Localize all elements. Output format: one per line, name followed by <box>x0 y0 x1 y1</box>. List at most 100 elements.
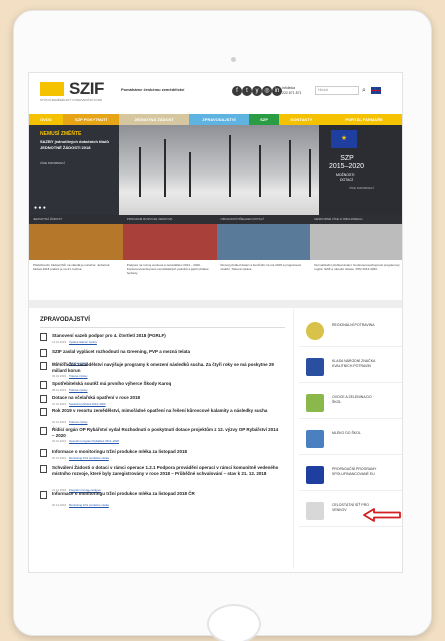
eu-programs-icon <box>306 466 324 484</box>
instagram-icon[interactable]: ◎ <box>262 86 272 96</box>
tile-label-2[interactable]: OBCHODNÍ PŘEHLED DOTACÍ <box>217 215 311 224</box>
news-meta: 02.01.2019 Monitoring tržní produkce mlék… <box>52 456 109 460</box>
search-input[interactable]: Hledat <box>315 86 359 95</box>
infoline-phone: 222 871 871 <box>282 91 302 95</box>
regional-food-icon <box>306 322 324 340</box>
news-title[interactable]: Rok 2019 v resortu zemědělství, mimořádn… <box>52 408 280 414</box>
news-title[interactable]: Stanovení sazeb podpor pro 4. čtvrtletí … <box>52 333 280 339</box>
document-icon <box>40 333 47 341</box>
sidebar-item-4[interactable]: PROPAGAČNÍ PROGRAMY SPOLUFINANCOVANÉ EU <box>299 461 402 491</box>
sidebar-item-2[interactable]: OVOCE A ZELENINA DO ŠKOL <box>299 389 402 419</box>
tiles-descriptions: Přeběhnutím žádosti lhůt na několik je n… <box>29 260 402 300</box>
tile-text-0: Přeběhnutím žádosti lhůt na několik je n… <box>33 263 110 271</box>
news-date: 09.01.2019 <box>52 374 66 378</box>
hero-promo[interactable]: NEMUSÍ ZMĚŇTE SAZBY jednotlivých dotační… <box>29 125 119 215</box>
tree <box>259 145 261 197</box>
news-title[interactable]: Schválení Žádosti o dotaci v rámci opera… <box>52 465 280 476</box>
site-tagline: Pomáháme českému zemědělství <box>121 87 185 92</box>
search-icon[interactable]: ⌕ <box>362 86 366 95</box>
hero-carousel-dots[interactable]: ● ● ● <box>34 205 46 211</box>
rural-network-icon <box>306 502 324 520</box>
news-category-link[interactable]: Vydané tiskové zprávy <box>69 340 97 344</box>
nav-item-0[interactable]: ÚVOD <box>29 114 63 125</box>
browser-screen: SZIF STÁTNÍ ZEMĚDĚLSKÝ INTERVENČNÍ FOND … <box>28 72 403 573</box>
news-date: 03.01.2019 <box>52 439 66 443</box>
news-category-link[interactable]: Operační program Rybářství 2014–2020 <box>69 439 119 443</box>
logo-text[interactable]: SZIF <box>69 79 104 99</box>
tile-label-0[interactable]: JEDNOTNÁ ŽÁDOST <box>29 215 123 224</box>
news-meta: 07.01.2019 Společná přehled 2014–2020 <box>52 402 106 406</box>
news-divider <box>40 327 285 328</box>
tiles-labels: JEDNOTNÁ ŽÁDOST PROGRAM ROZVOJE VENKOVA OB… <box>29 215 402 224</box>
document-icon <box>40 427 47 435</box>
tile-label-1[interactable]: PROGRAM ROZVOJE VENKOVA <box>123 215 217 224</box>
news-title[interactable]: Dotace na včelařská opatření v roce 2018 <box>52 395 280 401</box>
szp-title-line2: 2015–2020 <box>329 163 365 170</box>
milk-school-icon <box>306 430 324 448</box>
news-title[interactable]: Informace o monitoringu tržní produkce m… <box>52 491 280 497</box>
sidebar-item-label: OVOCE A ZELENINA DO ŠKOL <box>332 395 372 404</box>
news-meta: 20.12.2018 Monitoring tržní produkce mlék… <box>52 503 109 507</box>
news-title[interactable]: Řídící orgán OP Rybářství vydal Rozhodnu… <box>52 427 280 438</box>
news-category-link[interactable]: Tiskové zprávy <box>69 388 88 392</box>
tile-image-3[interactable] <box>310 224 402 260</box>
document-icon <box>40 381 47 389</box>
sidebar-item-label: REGIONÁLNÍ POTRAVINA <box>332 323 375 327</box>
facebook-icon[interactable]: f <box>232 86 242 96</box>
hero-more-link[interactable]: VÍCE INFORMACÍ <box>40 161 65 165</box>
news-category-link[interactable]: Monitoring tržní produkce mléka <box>69 456 109 460</box>
news-meta: 09.01.2019 Tiskové zprávy <box>52 374 88 378</box>
sidebar-item-1[interactable]: KLASA NÁRODNÍ ZNAČKA KVALITNÍCH POTRAVIN <box>299 353 402 383</box>
youtube-icon[interactable]: y <box>252 86 262 96</box>
nav-item-6[interactable]: PORTÁL FARMÁŘE <box>324 114 402 125</box>
news-title[interactable]: Informace o monitoringu tržní produkce m… <box>52 449 280 455</box>
news-title[interactable]: Spotřebitelská soutěž má prvního výherce… <box>52 381 280 387</box>
sidebar-item-3[interactable]: MLÉKO DO ŠKOL <box>299 425 402 455</box>
hero-banner: NEMUSÍ ZMĚŇTE SAZBY jednotlivých dotační… <box>29 125 402 215</box>
tree <box>139 147 141 197</box>
hero-body: SAZBY jednotlivých dotačních titulů JEDN… <box>40 139 109 150</box>
nav-item-3[interactable]: ZPRAVODAJSTVÍ <box>189 114 249 125</box>
nav-item-4[interactable]: SZP <box>249 114 279 125</box>
sidebar-item-0[interactable]: REGIONÁLNÍ POTRAVINA <box>299 317 402 347</box>
linkedin-icon[interactable]: in <box>272 86 282 96</box>
nav-item-1[interactable]: SZP POKYTNUTÍ <box>63 114 119 125</box>
document-icon <box>40 395 47 403</box>
szp-more-link[interactable]: VÍCE INFORMACÍ <box>349 186 374 190</box>
section-gap <box>29 300 402 308</box>
news-category-link[interactable]: Monitoring tržní produkce mléka <box>69 503 109 507</box>
news-category-link[interactable]: Společná přehled 2014–2020 <box>69 402 106 406</box>
tree <box>309 149 311 197</box>
home-button[interactable] <box>207 604 261 641</box>
hero-winter-photo <box>119 125 319 215</box>
nav-item-2[interactable]: JEDNOTNÁ ŽÁDOST <box>119 114 189 125</box>
tiles-images <box>29 224 402 260</box>
tile-image-2[interactable] <box>216 224 311 260</box>
tile-image-1[interactable] <box>122 224 217 260</box>
tree <box>164 139 166 197</box>
news-meta: 08.01.2019 Tiskové zprávy <box>52 388 88 392</box>
sidebar-item-label: KLASA NÁRODNÍ ZNAČKA KVALITNÍCH POTRAVIN <box>332 359 376 368</box>
english-flag-icon[interactable] <box>371 87 381 94</box>
news-section: ZPRAVODAJSTVÍ Stanovení sazeb podpor pro… <box>34 309 294 569</box>
news-title[interactable]: SZIF zaslal vyplácet rozhodnutí na Green… <box>52 349 280 355</box>
news-date: 14.01.2019 <box>52 339 66 344</box>
szp-title: SZP 2015–2020 <box>329 155 365 171</box>
tile-image-0[interactable] <box>29 224 123 260</box>
hero-headline: NEMUSÍ ZMĚŇTE <box>40 131 82 137</box>
tile-label-3[interactable]: NESPORNÉ VÍCE O OBCHODECH <box>310 215 402 224</box>
tree <box>229 135 231 197</box>
document-icon <box>40 349 47 357</box>
news-category-link[interactable]: Tiskové zprávy <box>69 374 88 378</box>
logo-mark[interactable] <box>40 82 64 96</box>
news-date: 08.01.2019 <box>52 387 66 392</box>
news-category-link[interactable]: Tiskové zprávy <box>69 420 88 424</box>
twitter-icon[interactable]: t <box>242 86 252 96</box>
sidebar-item-label: PROPAGAČNÍ PROGRAMY SPOLUFINANCOVANÉ EU <box>332 467 377 476</box>
red-arrow-icon <box>363 508 401 522</box>
news-title[interactable]: Mimořádné zemědělství navýšuje programy … <box>52 362 280 373</box>
szp-subtitle: MOŽNOSTI DOTACÍ <box>336 173 354 183</box>
eu-flag-icon: ★ <box>331 130 357 148</box>
news-date: 07.01.2019 <box>52 401 66 406</box>
nav-item-5[interactable]: KONTAKTY <box>279 114 324 125</box>
